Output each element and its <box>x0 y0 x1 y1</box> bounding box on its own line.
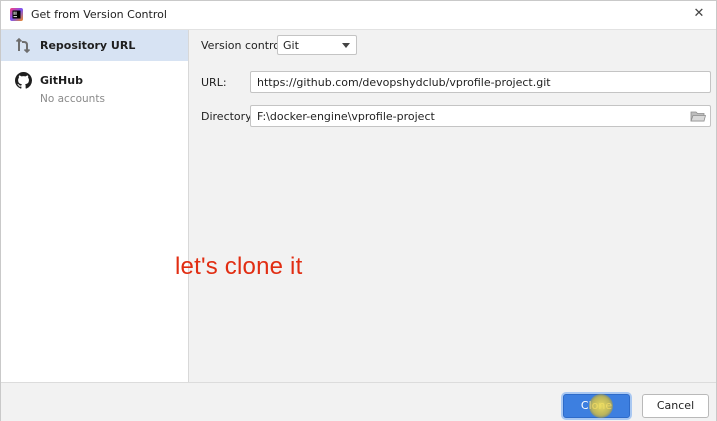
vcs-source-sidebar: Repository URL GitHub No accounts <box>1 30 189 382</box>
window-title: Get from Version Control <box>31 8 167 21</box>
version-control-value: Git <box>283 39 299 52</box>
sidebar-item-repository-url[interactable]: Repository URL <box>1 30 188 61</box>
directory-value: F:\docker-engine\vprofile-project <box>257 110 435 123</box>
directory-field[interactable]: F:\docker-engine\vprofile-project <box>250 105 711 127</box>
folder-browse-icon[interactable] <box>690 110 707 122</box>
vcs-branch-icon <box>15 37 32 54</box>
directory-label: Directory: <box>201 110 255 123</box>
dialog-footer: Clone Cancel <box>1 382 716 421</box>
sidebar-item-label: GitHub <box>40 74 83 87</box>
cancel-button[interactable]: Cancel <box>642 394 709 418</box>
version-control-label: Version control: <box>201 39 287 52</box>
repository-url-panel: Version control: Git URL: Directory: F:\… <box>189 30 716 382</box>
sidebar-item-github[interactable]: GitHub No accounts <box>1 65 188 107</box>
github-icon <box>15 72 32 89</box>
close-icon[interactable]: ✕ <box>690 5 708 23</box>
intellij-idea-icon <box>10 8 23 21</box>
get-from-vcs-dialog: Get from Version Control ✕ Repository UR… <box>0 0 717 421</box>
url-label: URL: <box>201 76 227 89</box>
url-input[interactable] <box>250 71 711 93</box>
github-accounts-status: No accounts <box>40 93 105 105</box>
version-control-select[interactable]: Git <box>277 35 357 55</box>
chevron-down-icon <box>342 43 350 48</box>
sidebar-item-label: Repository URL <box>40 39 136 52</box>
title-bar: Get from Version Control ✕ <box>1 1 716 30</box>
tutorial-caption: let's clone it <box>175 253 303 280</box>
clone-button[interactable]: Clone <box>563 394 630 418</box>
